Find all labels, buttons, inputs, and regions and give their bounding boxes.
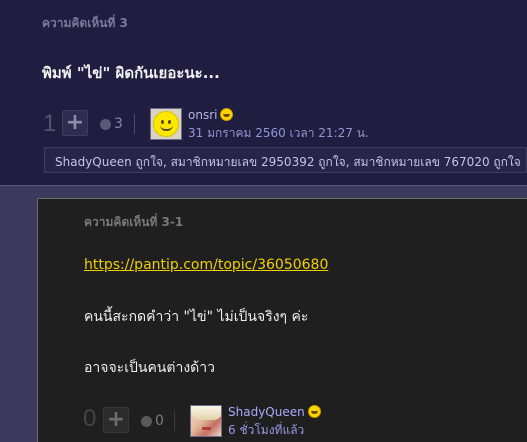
emotion-count: 0 xyxy=(155,413,164,429)
plus-icon: + xyxy=(106,407,126,432)
comment-card: ความคิดเห็นที่ 3 พิมพ์ "ไข่" ผิดกันเยอะน… xyxy=(0,0,527,186)
vote-plus-button[interactable]: + xyxy=(103,407,129,433)
plus-icon: + xyxy=(65,110,85,135)
emotion-count: 3 xyxy=(114,116,123,132)
author-name[interactable]: onsri xyxy=(188,108,217,122)
smiley-badge-icon xyxy=(307,405,321,418)
reply-text-line: คนนี้สะกดคำว่า "ไข่" ไม่เป็นจริงๆ ค่ะ xyxy=(84,309,309,325)
reply-card: ความคิดเห็นที่ 3-1 https://pantip.com/to… xyxy=(37,198,527,442)
comment-number: ความคิดเห็นที่ 3 xyxy=(42,16,128,30)
author-name-row: onsri xyxy=(188,108,234,122)
timestamp: 31 มกราคม 2560 เวลา 21:27 น. xyxy=(188,126,369,140)
vote-count: 0 xyxy=(83,405,97,432)
reply-text-line: อาจจะเป็นคนต่างด้าว xyxy=(84,360,215,376)
avatar[interactable] xyxy=(150,108,182,140)
emotion-icon xyxy=(100,118,111,130)
avatar[interactable] xyxy=(190,405,222,437)
divider xyxy=(134,114,135,134)
emotion-button[interactable]: 3 xyxy=(100,116,123,132)
emotion-button[interactable]: 0 xyxy=(141,413,164,429)
author-name[interactable]: ShadyQueen xyxy=(228,405,305,419)
reply-number: ความคิดเห็นที่ 3-1 xyxy=(84,215,184,229)
topic-link[interactable]: https://pantip.com/topic/36050680 xyxy=(84,257,328,273)
smiley-badge-icon xyxy=(220,108,234,121)
comment-body: พิมพ์ "ไข่" ผิดกันเยอะนะ... xyxy=(42,64,220,82)
emotion-icon xyxy=(141,415,152,427)
author-name-row: ShadyQueen xyxy=(228,405,321,419)
vote-count: 1 xyxy=(43,110,57,137)
timestamp: 6 ชั่วโมงที่แล้ว xyxy=(228,423,305,437)
smiley-avatar-icon xyxy=(153,111,179,137)
divider xyxy=(174,411,175,431)
likes-list: ShadyQueen ถูกใจ, สมาชิกหมายเลข 2950392 … xyxy=(44,147,527,173)
vote-plus-button[interactable]: + xyxy=(62,110,88,136)
